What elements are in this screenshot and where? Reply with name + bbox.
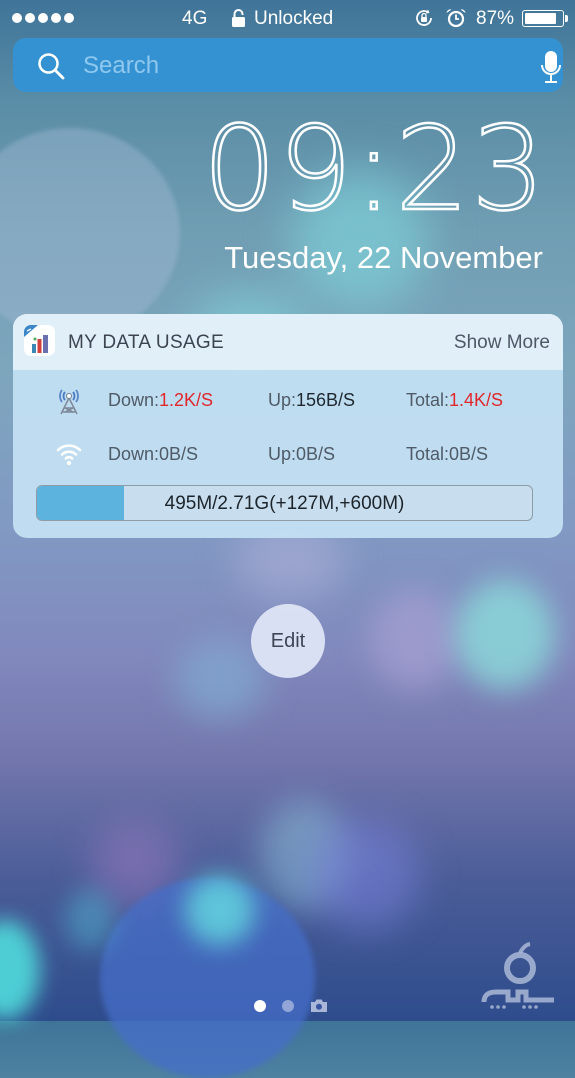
wifi-up: Up:0B/S <box>268 444 336 464</box>
search-bar[interactable] <box>13 38 563 92</box>
search-icon <box>38 53 65 80</box>
wallpaper-bokeh <box>65 890 115 950</box>
wallpaper-bokeh <box>260 800 350 910</box>
wallpaper-bokeh <box>455 580 555 690</box>
sibche-logo <box>481 942 554 1009</box>
cell-tower-icon <box>59 389 79 415</box>
wallpaper-bokeh <box>370 590 460 690</box>
status-bar: 4G Unlocked 87% <box>0 0 575 38</box>
carrier-label: 4G <box>182 8 208 29</box>
bar-chart-app-icon <box>24 325 55 356</box>
search-input[interactable] <box>81 50 525 82</box>
alarm-clock-icon <box>446 9 466 28</box>
show-more-button[interactable]: Show More <box>454 332 550 354</box>
data-usage-widget: MY DATA USAGE Show More Down:1.2K/S Up:1… <box>13 314 563 538</box>
battery-icon <box>522 10 568 27</box>
wallpaper-bokeh <box>0 920 40 1020</box>
page-dot-active[interactable] <box>254 999 266 1012</box>
wallpaper-bokeh <box>90 820 180 910</box>
cellular-down: Down:1.2K/S <box>108 390 214 410</box>
wifi-total: Total:0B/S <box>406 444 489 464</box>
signal-dots-icon <box>12 13 74 23</box>
wallpaper-bokeh <box>175 640 265 720</box>
rotation-lock-icon <box>416 9 432 26</box>
wallpaper-bokeh <box>0 128 180 338</box>
page-dot[interactable] <box>282 999 294 1012</box>
battery-percent: 87% <box>476 8 515 29</box>
cellular-usage-row: Down:1.2K/S Up:156B/S Total:1.4K/S <box>13 388 563 418</box>
wallpaper-bokeh <box>310 820 420 930</box>
widget-header[interactable]: MY DATA USAGE Show More <box>13 314 563 370</box>
camera-icon[interactable] <box>310 998 328 1013</box>
clock-time: 09:23 <box>201 102 547 237</box>
padlock-open-icon <box>232 9 245 27</box>
clock-date: Tuesday, 22 November <box>224 240 543 275</box>
wifi-icon <box>56 444 82 466</box>
wallpaper-bokeh <box>185 875 255 945</box>
data-usage-progress-bar: 495M/2.71G(+127M,+600M) <box>36 485 533 521</box>
wifi-down: Down:0B/S <box>108 444 199 464</box>
cellular-total: Total:1.4K/S <box>406 390 504 410</box>
lock-state-label: Unlocked <box>254 8 334 29</box>
wifi-usage-row: Down:0B/S Up:0B/S Total:0B/S <box>13 442 563 472</box>
usage-label: 495M/2.71G(+127M,+600M) <box>164 493 405 514</box>
cellular-up: Up:156B/S <box>268 390 356 410</box>
wallpaper-bokeh <box>100 878 315 1078</box>
microphone-icon[interactable] <box>540 50 562 84</box>
edit-button[interactable]: Edit <box>251 604 325 678</box>
widget-title: MY DATA USAGE <box>68 332 224 353</box>
page-indicator <box>254 998 328 1013</box>
